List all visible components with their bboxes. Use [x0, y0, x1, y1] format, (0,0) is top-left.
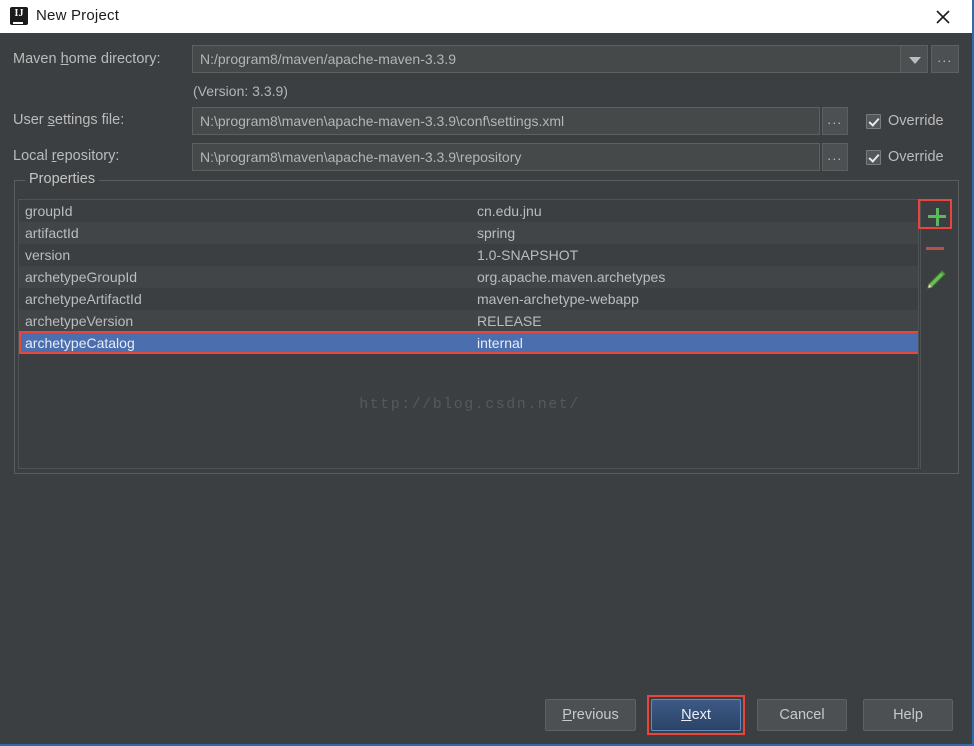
next-button[interactable]: Next	[651, 699, 741, 731]
maven-home-label: Maven home directory:	[13, 51, 161, 67]
properties-group: Properties groupId cn.edu.jnu artifactId sp…	[14, 171, 959, 474]
table-row[interactable]: archetypeCatalog internal	[19, 331, 918, 354]
checkbox-checked-icon	[866, 113, 881, 129]
titlebar: IJ New Project	[0, 0, 972, 33]
intellij-idea-icon: IJ	[10, 7, 28, 25]
user-settings-label: User settings file:	[13, 112, 125, 128]
property-value: 1.0-SNAPSHOT	[477, 247, 579, 263]
maven-version-note: (Version: 3.3.9)	[193, 83, 288, 99]
maven-home-input[interactable]: N:/program8/maven/apache-maven-3.3.9	[192, 45, 901, 73]
property-value: RELEASE	[477, 313, 542, 329]
checkbox-checked-icon	[866, 149, 881, 165]
property-value: org.apache.maven.archetypes	[477, 269, 666, 285]
plus-icon-vertical	[935, 207, 939, 226]
property-value: spring	[477, 225, 516, 241]
pencil-icon	[927, 270, 946, 289]
table-row[interactable]: version 1.0-SNAPSHOT	[19, 244, 918, 266]
watermark-text: http://blog.csdn.net/	[359, 396, 580, 413]
user-settings-override-label: Override	[888, 113, 944, 129]
property-key: groupId	[25, 203, 73, 219]
window-title: New Project	[36, 7, 120, 24]
maven-home-dropdown-button[interactable]	[900, 45, 928, 73]
property-key: archetypeArtifactId	[25, 291, 142, 307]
minus-icon	[926, 247, 944, 250]
local-repository-override-checkbox[interactable]: Override	[866, 149, 944, 165]
local-repository-input[interactable]: N:\program8\maven\apache-maven-3.3.9\rep…	[192, 143, 820, 171]
cancel-button[interactable]: Cancel	[757, 699, 847, 731]
table-row[interactable]: artifactId spring	[19, 222, 918, 244]
property-key: version	[25, 247, 71, 263]
property-key: archetypeGroupId	[25, 269, 138, 285]
user-settings-input[interactable]: N:\program8\maven\apache-maven-3.3.9\con…	[192, 107, 820, 135]
new-project-dialog: IJ New Project Maven home directory: N:/…	[0, 0, 974, 746]
local-repository-override-label: Override	[888, 149, 944, 165]
property-key: archetypeVersion	[25, 313, 134, 329]
table-row[interactable]: archetypeGroupId org.apache.maven.archety…	[19, 266, 918, 288]
close-icon[interactable]	[932, 6, 954, 28]
user-settings-browse-button[interactable]: ...	[822, 107, 848, 135]
table-row[interactable]: groupId cn.edu.jnu	[19, 200, 918, 222]
property-value: internal	[477, 335, 523, 351]
maven-home-browse-button[interactable]: ...	[931, 45, 959, 73]
property-value: maven-archetype-webapp	[477, 291, 639, 307]
properties-table[interactable]: groupId cn.edu.jnu artifactId spring version…	[18, 199, 919, 469]
local-repository-browse-button[interactable]: ...	[822, 143, 848, 171]
properties-group-title: Properties	[25, 171, 100, 187]
help-button[interactable]: Help	[863, 699, 953, 731]
property-key: artifactId	[25, 225, 79, 241]
edit-property-button[interactable]	[918, 266, 952, 296]
remove-property-button[interactable]	[918, 234, 952, 264]
local-repository-label: Local repository:	[13, 148, 120, 164]
previous-button[interactable]: Previous	[545, 699, 636, 731]
property-key: archetypeCatalog	[25, 335, 135, 351]
property-value: cn.edu.jnu	[477, 203, 542, 219]
add-property-button[interactable]	[918, 199, 952, 229]
chevron-down-icon	[909, 57, 921, 64]
table-row[interactable]: archetypeArtifactId maven-archetype-webap…	[19, 288, 918, 310]
table-row[interactable]: archetypeVersion RELEASE	[19, 310, 918, 332]
user-settings-override-checkbox[interactable]: Override	[866, 113, 944, 129]
